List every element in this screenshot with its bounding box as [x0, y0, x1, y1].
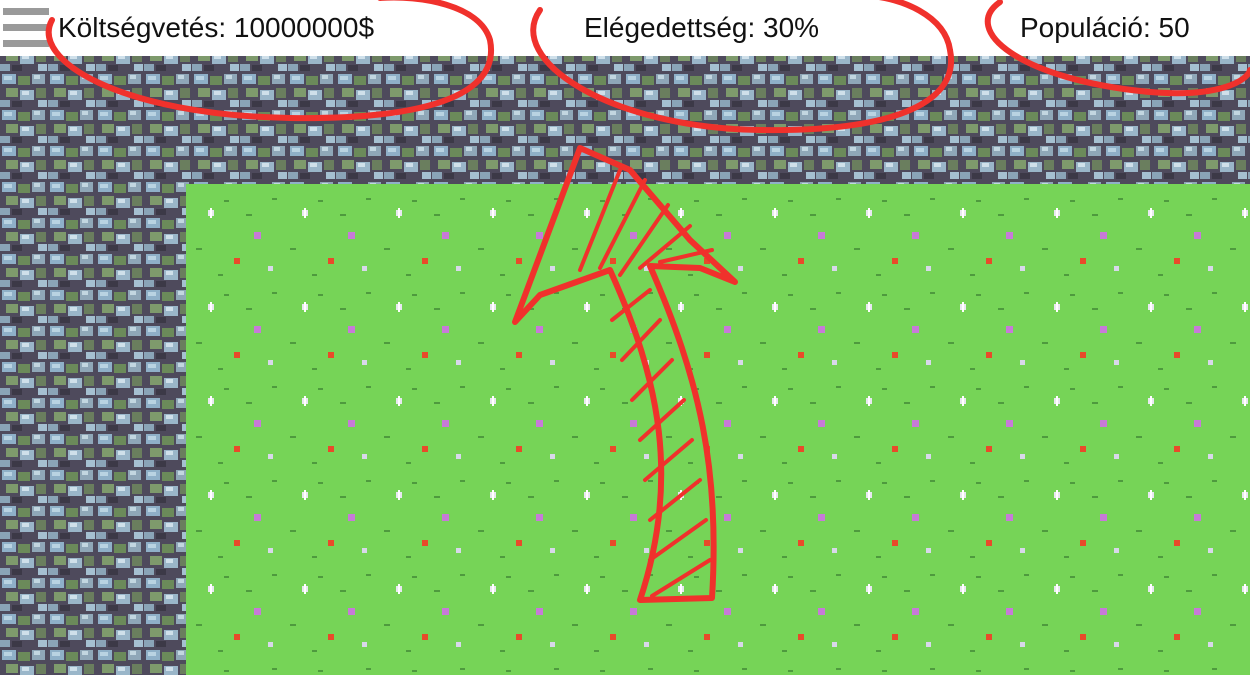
game-map[interactable]: [0, 0, 1250, 675]
hud-bar: Költségvetés: 10000000$ Elégedettség: 30…: [0, 0, 1250, 56]
menu-icon[interactable]: [3, 6, 49, 50]
population-label: Populáció: 50: [1020, 12, 1190, 43]
budget-label: Költségvetés: 10000000$: [58, 12, 375, 43]
grass-terrain: [186, 184, 1250, 675]
satisfaction-label: Elégedettség: 30%: [584, 12, 820, 43]
